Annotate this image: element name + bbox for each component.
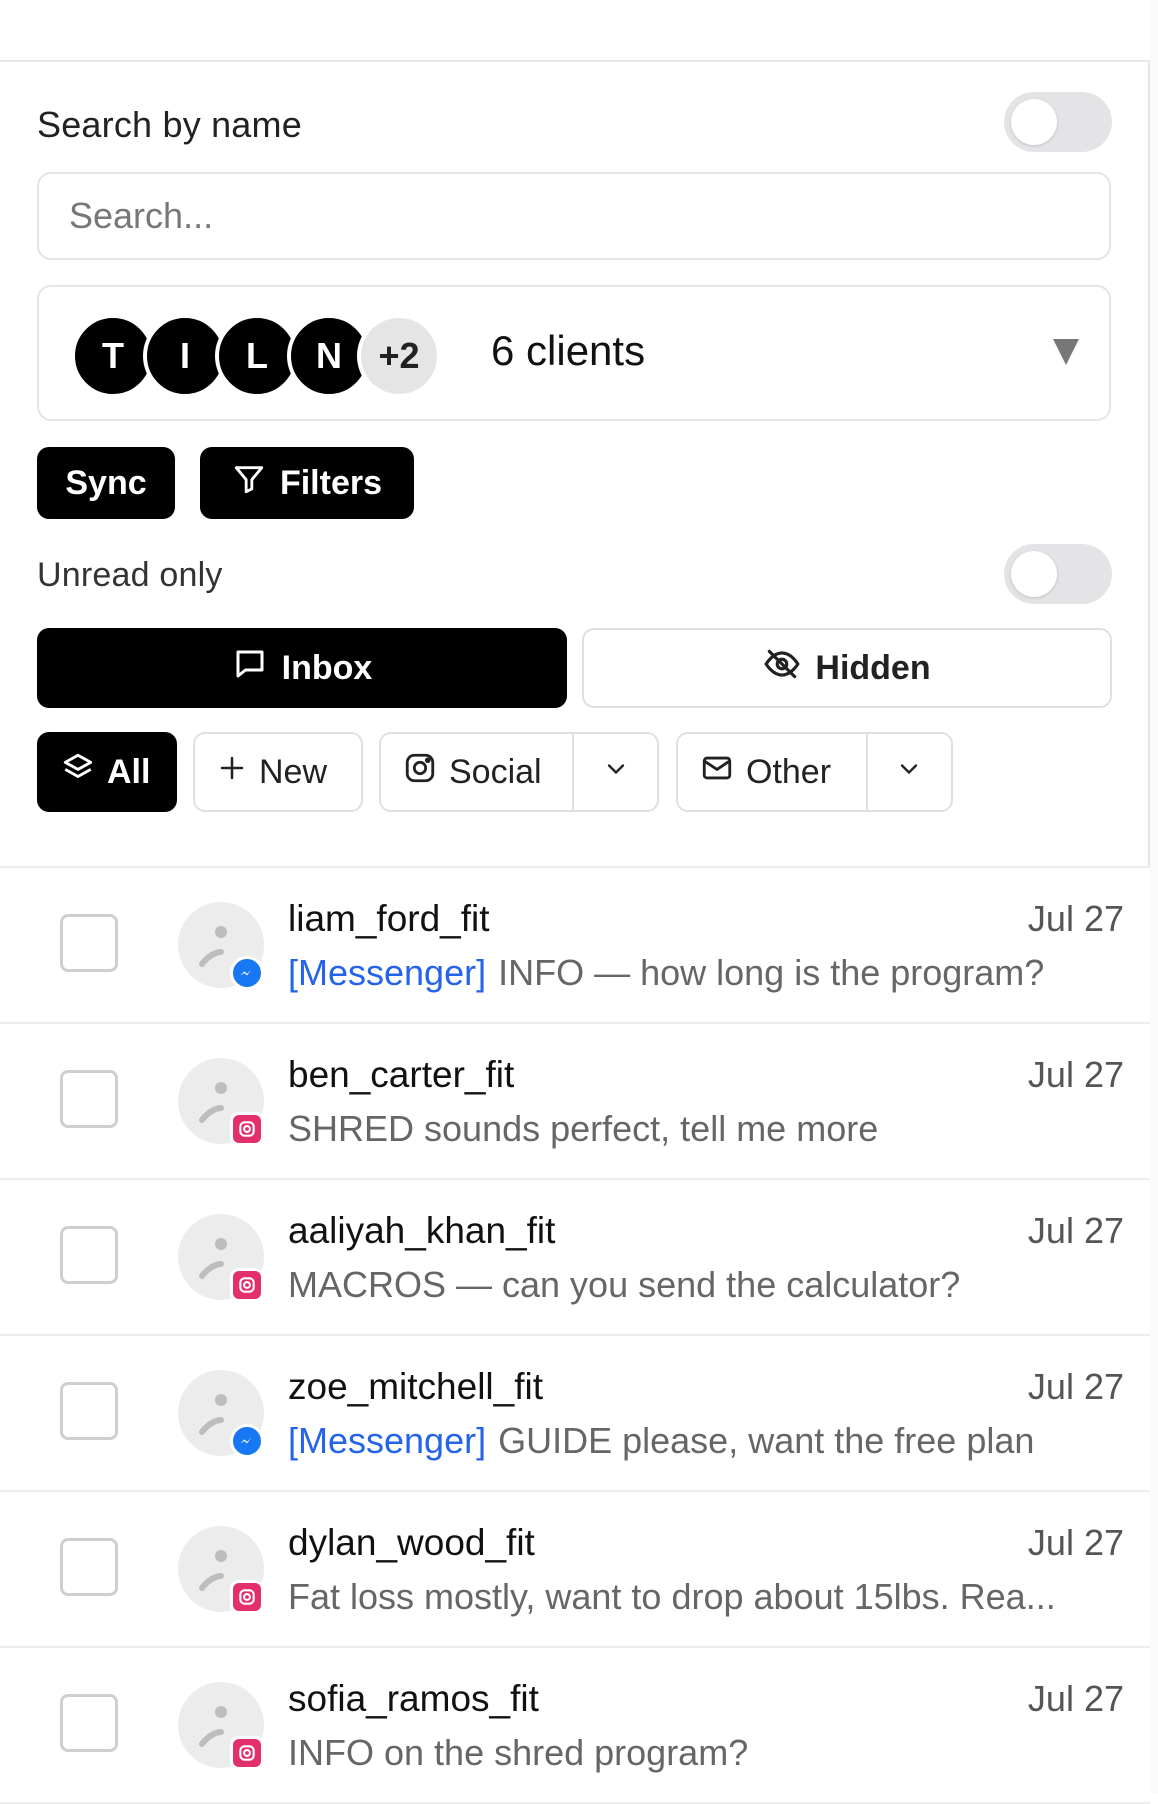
conversation-date: Jul 27 <box>1027 1522 1124 1563</box>
conversation-item[interactable]: aaliyah_khan_fit Jul 27 MACROS — can you… <box>0 1180 1150 1336</box>
tab-inbox-label: Inbox <box>281 648 373 687</box>
filters-button[interactable]: Filters <box>200 447 414 519</box>
conversation-name: zoe_mitchell_fit <box>288 1366 544 1407</box>
select-checkbox[interactable] <box>60 914 118 972</box>
tab-hidden-label: Hidden <box>815 648 931 687</box>
conversation-item[interactable]: zoe_mitchell_fit Jul 27 [Messenger] GUIDE… <box>0 1336 1150 1492</box>
preview-text: INFO on the shred program? <box>288 1732 749 1773</box>
conversation-preview: Fat loss mostly, want to drop about 15lb… <box>288 1576 1108 1618</box>
scroll-gutter <box>1150 0 1158 1793</box>
client-selector[interactable]: T I L N +2 6 clients <box>37 285 1111 421</box>
chip-other-label: Other <box>746 752 832 791</box>
conversation-item[interactable]: sofia_ramos_fit Jul 27 INFO on the shred… <box>0 1648 1150 1804</box>
conversation-item[interactable]: liam_ford_fit Jul 27 [Messenger] INFO — h… <box>0 868 1150 1024</box>
clients-count-label: 6 clients <box>491 327 646 374</box>
plus-icon <box>217 753 247 792</box>
message-square-icon <box>232 646 268 691</box>
messenger-icon <box>230 956 264 990</box>
sync-button-label: Sync <box>65 463 147 502</box>
select-checkbox[interactable] <box>60 1070 118 1128</box>
toggle-knob <box>1011 551 1057 597</box>
instagram-icon <box>230 1112 264 1146</box>
preview-text: Fat loss mostly, want to drop about 15lb… <box>288 1576 1056 1617</box>
channel-tag: [Messenger] <box>288 1420 487 1461</box>
conversation-date: Jul 27 <box>1027 898 1124 939</box>
other-dropdown-toggle[interactable] <box>865 734 951 810</box>
toggle-knob <box>1011 99 1057 145</box>
preview-text: MACROS — can you send the calculator? <box>288 1264 961 1305</box>
search-by-name-label: Search by name <box>37 104 302 145</box>
preview-text: SHRED sounds perfect, tell me more <box>288 1108 879 1149</box>
conversation-preview: SHRED sounds perfect, tell me more <box>288 1108 1108 1150</box>
select-checkbox[interactable] <box>60 1226 118 1284</box>
conversation-item[interactable]: ben_carter_fit Jul 27 SHRED sounds perfe… <box>0 1024 1150 1180</box>
conversation-date: Jul 27 <box>1027 1210 1124 1251</box>
layers-icon <box>61 751 95 794</box>
preview-text: INFO — how long is the program? <box>498 952 1045 993</box>
conversation-preview: [Messenger] GUIDE please, want the free p… <box>288 1420 1108 1462</box>
instagram-icon <box>403 751 437 794</box>
conversation-preview: INFO on the shred program? <box>288 1732 1108 1774</box>
instagram-icon <box>230 1736 264 1770</box>
conversation-name: dylan_wood_fit <box>288 1522 535 1563</box>
select-checkbox[interactable] <box>60 1382 118 1440</box>
caret-down-icon <box>1053 339 1079 365</box>
chip-other[interactable]: Other <box>676 732 953 812</box>
chip-new-label: New <box>259 752 328 791</box>
tab-inbox[interactable]: Inbox <box>37 628 567 708</box>
conversation-date: Jul 27 <box>1027 1366 1124 1407</box>
conversation-preview: MACROS — can you send the calculator? <box>288 1264 1108 1306</box>
chip-social-label: Social <box>449 752 542 791</box>
top-bar <box>0 0 1150 62</box>
messenger-icon <box>230 1424 264 1458</box>
select-checkbox[interactable] <box>60 1694 118 1752</box>
chip-all[interactable]: All <box>37 732 177 812</box>
unread-only-toggle[interactable] <box>1004 544 1112 604</box>
instagram-icon <box>230 1268 264 1302</box>
conversation-name: ben_carter_fit <box>288 1054 515 1095</box>
conversation-item[interactable]: dylan_wood_fit Jul 27 Fat loss mostly, w… <box>0 1492 1150 1648</box>
inbox-panel: Search by name T I L N +2 6 clients Sync… <box>0 0 1150 1804</box>
chevron-down-icon <box>602 753 630 792</box>
channel-tag: [Messenger] <box>288 952 487 993</box>
search-by-name-toggle[interactable] <box>1004 92 1112 152</box>
chevron-down-icon <box>895 753 923 792</box>
sync-button[interactable]: Sync <box>37 447 175 519</box>
conversation-preview: [Messenger] INFO — how long is the progra… <box>288 952 1108 994</box>
instagram-icon <box>230 1580 264 1614</box>
more-clients-badge: +2 <box>357 314 441 398</box>
tab-hidden[interactable]: Hidden <box>582 628 1112 708</box>
conversation-name: liam_ford_fit <box>288 898 490 939</box>
chip-all-label: All <box>107 752 151 791</box>
conversation-name: aaliyah_khan_fit <box>288 1210 556 1251</box>
conversation-date: Jul 27 <box>1027 1054 1124 1095</box>
social-dropdown-toggle[interactable] <box>572 734 657 810</box>
unread-only-label: Unread only <box>37 556 223 594</box>
chip-new[interactable]: New <box>193 732 363 812</box>
search-input[interactable] <box>37 172 1111 260</box>
filters-button-label: Filters <box>279 463 383 502</box>
conversation-name: sofia_ramos_fit <box>288 1678 539 1719</box>
mail-icon <box>700 751 734 794</box>
chip-social[interactable]: Social <box>379 732 659 812</box>
select-checkbox[interactable] <box>60 1538 118 1596</box>
preview-text: GUIDE please, want the free plan <box>498 1420 1035 1461</box>
conversation-date: Jul 27 <box>1027 1678 1124 1719</box>
eye-off-icon <box>763 645 801 692</box>
filter-icon <box>232 462 266 505</box>
